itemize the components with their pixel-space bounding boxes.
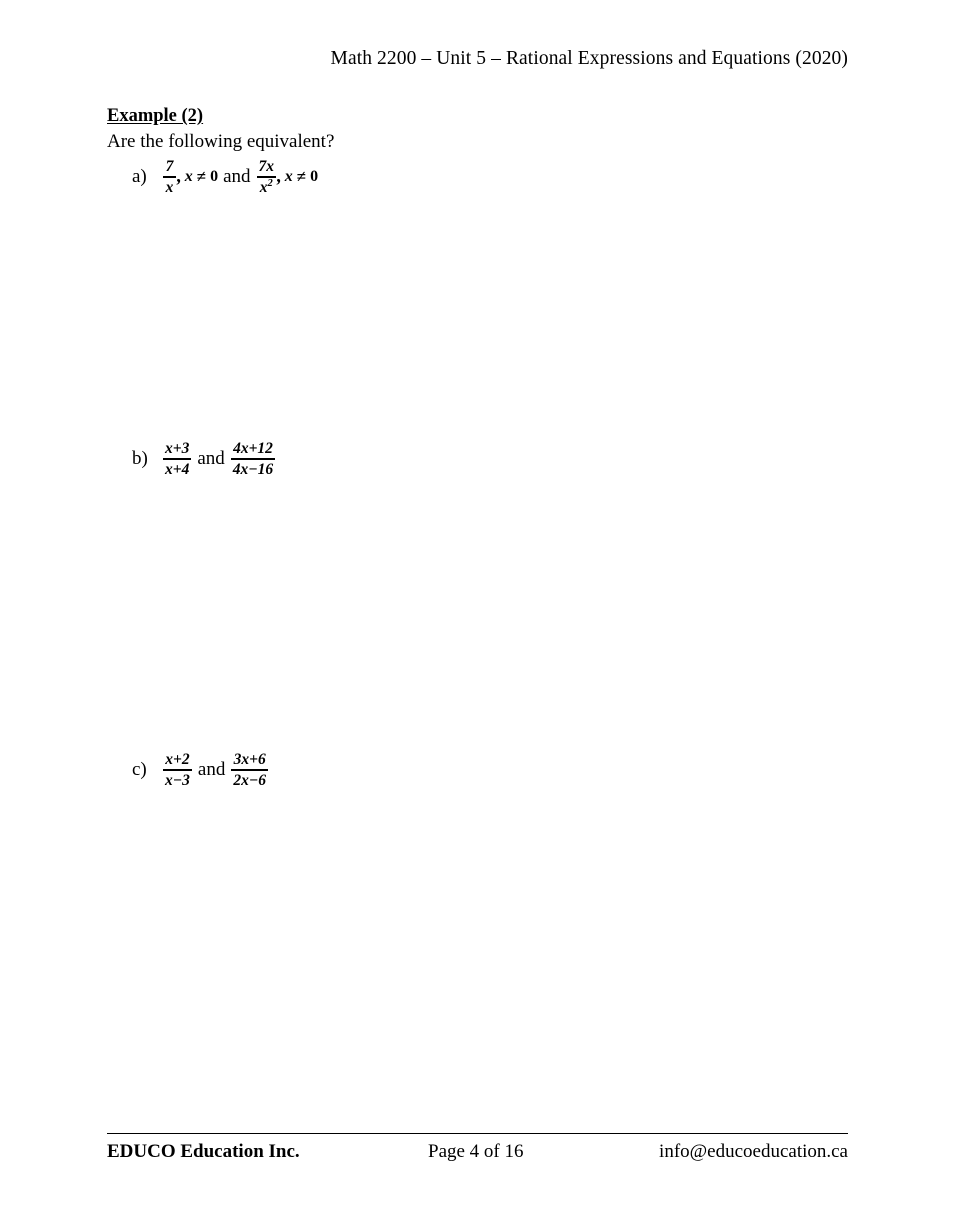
fraction-c-left-numerator: x+2	[165, 751, 190, 768]
problem-label-c: c)	[132, 759, 147, 780]
fraction-c-right-denominator: 2x−6	[233, 772, 266, 789]
fraction-b-right-numerator: 4x+12	[233, 440, 273, 457]
restriction-a-right-value: 0	[310, 168, 319, 185]
fraction-c-right: 3x+6 2x−6	[231, 751, 268, 789]
example-heading: Example (2)	[107, 106, 204, 126]
fraction-bar	[163, 176, 176, 178]
fraction-a-right: 7x x2	[256, 158, 277, 196]
problem-item-a: a) 7 x , x ≠ 0 and 7x x2 , x ≠ 0	[132, 158, 318, 196]
not-equal-icon: ≠	[296, 167, 307, 186]
connector-a: and	[223, 166, 251, 187]
expression-a: 7 x , x ≠ 0 and 7x x2 , x ≠ 0	[162, 158, 318, 196]
comma-a-right: ,	[277, 166, 282, 187]
fraction-c-left-denominator: x−3	[165, 772, 190, 789]
not-equal-icon: ≠	[196, 167, 207, 186]
example-block: Example (2) Are the following equivalent…	[107, 105, 848, 154]
running-header: Math 2200 – Unit 5 – Rational Expression…	[330, 48, 848, 69]
fraction-a-left-numerator: 7	[165, 158, 174, 175]
document-page: Math 2200 – Unit 5 – Rational Expression…	[0, 0, 956, 1232]
expression-c: x+2 x−3 and 3x+6 2x−6	[162, 751, 269, 789]
footer-company: EDUCO Education Inc.	[107, 1141, 300, 1162]
connector-b: and	[197, 448, 225, 469]
fraction-bar	[231, 769, 268, 771]
fraction-a-right-denominator: x2	[258, 177, 275, 196]
fraction-b-right-denominator: 4x−16	[232, 461, 274, 478]
fraction-a-right-numerator: 7x	[258, 158, 275, 175]
problem-label-b: b)	[132, 448, 148, 469]
fraction-bar	[230, 458, 276, 460]
problem-item-c: c) x+2 x−3 and 3x+6 2x−6	[132, 751, 269, 789]
fraction-c-right-numerator: 3x+6	[233, 751, 266, 768]
fraction-b-left: x+3 x+4	[163, 440, 192, 478]
problem-label-a: a)	[132, 166, 147, 187]
restriction-a-left-var: x	[184, 168, 193, 185]
problem-item-b: b) x+3 x+4 and 4x+12 4x−16	[132, 440, 276, 478]
comma-a-left: ,	[177, 166, 182, 187]
fraction-b-left-denominator: x+4	[165, 461, 190, 478]
restriction-a-right-var: x	[284, 168, 293, 185]
denominator-base: x	[259, 179, 268, 196]
footer-email: info@educoeducation.ca	[659, 1141, 848, 1162]
fraction-bar	[163, 458, 192, 460]
fraction-b-right: 4x+12 4x−16	[230, 440, 276, 478]
fraction-bar	[256, 176, 277, 178]
connector-c: and	[197, 759, 226, 780]
fraction-b-left-numerator: x+3	[165, 440, 190, 457]
fraction-a-left: 7 x	[163, 158, 176, 196]
fraction-a-left-denominator: x	[165, 179, 174, 196]
restriction-a-left-value: 0	[210, 168, 219, 185]
footer-divider	[107, 1133, 848, 1134]
fraction-c-left: x+2 x−3	[163, 751, 192, 789]
denominator-exponent: 2	[267, 177, 273, 189]
footer-page-number: Page 4 of 16	[428, 1141, 524, 1162]
fraction-bar	[163, 769, 192, 771]
example-prompt: Are the following equivalent?	[107, 131, 335, 152]
page-footer: EDUCO Education Inc. Page 4 of 16 info@e…	[107, 1139, 848, 1167]
expression-b: x+3 x+4 and 4x+12 4x−16	[162, 440, 276, 478]
